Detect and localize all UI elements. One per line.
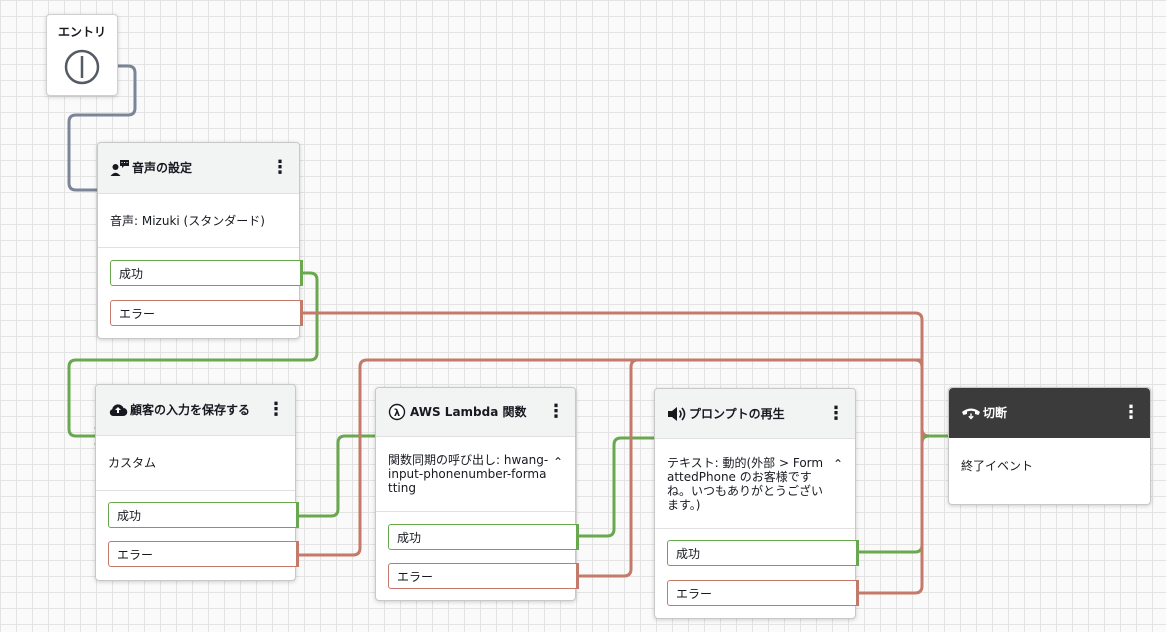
- lambda-description: 関数同期の呼び出し: hwang-input-phonenumber-forma…: [388, 453, 549, 495]
- block-title: 顧客の入力を保存する: [130, 403, 251, 417]
- branch-success[interactable]: 成功: [388, 524, 579, 550]
- branch-error[interactable]: エラー: [667, 580, 859, 606]
- branch-label: 成功: [397, 530, 422, 545]
- store-input-header: 顧客の入力を保存する ⋮: [96, 385, 295, 436]
- voice-description: 音声: Mizuki (スタンダード): [110, 213, 265, 228]
- branch-error[interactable]: エラー: [388, 563, 579, 589]
- more-options-icon[interactable]: ⋮: [827, 404, 845, 423]
- more-options-icon[interactable]: ⋮: [1122, 404, 1140, 422]
- disconnect-header: 切断 ⋮: [949, 388, 1150, 438]
- connector-lambda-success-to-prompt: [574, 436, 666, 538]
- collapse-chevron-icon[interactable]: ⌃: [553, 455, 563, 469]
- disconnect-block[interactable]: 切断 ⋮ 終了イベント: [948, 387, 1151, 505]
- branch-label: エラー: [119, 306, 156, 321]
- branch-label: エラー: [117, 547, 154, 562]
- entry-block[interactable]: エントリ: [46, 14, 118, 96]
- connector-prompt-success-to-disconnect: [854, 434, 960, 554]
- more-options-icon[interactable]: ⋮: [547, 403, 565, 421]
- branch-label: 成功: [676, 546, 701, 561]
- cloud-upload-icon: [108, 402, 130, 418]
- block-body: 関数同期の呼び出し: hwang-input-phonenumber-forma…: [376, 437, 575, 512]
- connector-prompt-error-to-disconnect: [854, 434, 924, 595]
- lambda-header: λ AWS Lambda 関数 ⋮: [376, 388, 575, 437]
- block-body: テキスト: 動的(外部 > FormattedPhone のお客様ですね。いつも…: [655, 439, 855, 529]
- voice-settings-block[interactable]: 音声の設定 ⋮ 音声: Mizuki (スタンダード) 成功 エラー: [97, 142, 303, 339]
- disconnect-description: 終了イベント: [961, 458, 1034, 473]
- entry-point-icon: [63, 48, 101, 89]
- branch-success[interactable]: 成功: [110, 260, 303, 286]
- block-title: AWS Lambda 関数: [410, 405, 527, 419]
- svg-text:λ: λ: [394, 408, 401, 419]
- speaker-icon: [667, 406, 689, 422]
- block-title: 音声の設定: [132, 161, 193, 175]
- voice-settings-header: 音声の設定 ⋮: [98, 143, 299, 194]
- branch-success[interactable]: 成功: [108, 502, 299, 528]
- collapse-chevron-icon[interactable]: ⌃: [833, 457, 843, 471]
- block-body: カスタム: [96, 436, 295, 491]
- voice-settings-icon: [110, 159, 132, 177]
- prompt-description: テキスト: 動的(外部 > FormattedPhone のお客様ですね。いつも…: [667, 455, 824, 512]
- more-options-icon[interactable]: ⋮: [271, 159, 289, 177]
- branch-error[interactable]: エラー: [110, 300, 303, 326]
- more-options-icon[interactable]: ⋮: [267, 401, 285, 419]
- hang-up-phone-icon: [961, 406, 983, 420]
- branch-label: 成功: [117, 508, 142, 523]
- aws-lambda-block[interactable]: λ AWS Lambda 関数 ⋮ 関数同期の呼び出し: hwang-input…: [375, 387, 579, 601]
- store-customer-input-block[interactable]: 顧客の入力を保存する ⋮ カスタム 成功 エラー: [95, 384, 299, 581]
- lambda-icon: λ: [388, 403, 410, 421]
- block-body: 終了イベント: [949, 438, 1150, 493]
- entry-label: エントリ: [57, 25, 106, 39]
- branch-label: 成功: [119, 266, 144, 281]
- play-prompt-block[interactable]: プロンプトの再生 ⋮ テキスト: 動的(外部 > FormattedPhone …: [654, 388, 859, 619]
- branch-label: エラー: [676, 586, 713, 601]
- connector-store-success-to-lambda: [294, 434, 387, 518]
- block-title: 切断: [983, 406, 1008, 420]
- store-description: カスタム: [108, 456, 157, 470]
- block-title: プロンプトの再生: [689, 406, 785, 421]
- prompt-header: プロンプトの再生 ⋮: [655, 389, 855, 439]
- branch-success[interactable]: 成功: [667, 540, 859, 566]
- branch-label: エラー: [397, 569, 434, 584]
- branch-error[interactable]: エラー: [108, 541, 299, 567]
- block-body: 音声: Mizuki (スタンダード): [98, 194, 299, 248]
